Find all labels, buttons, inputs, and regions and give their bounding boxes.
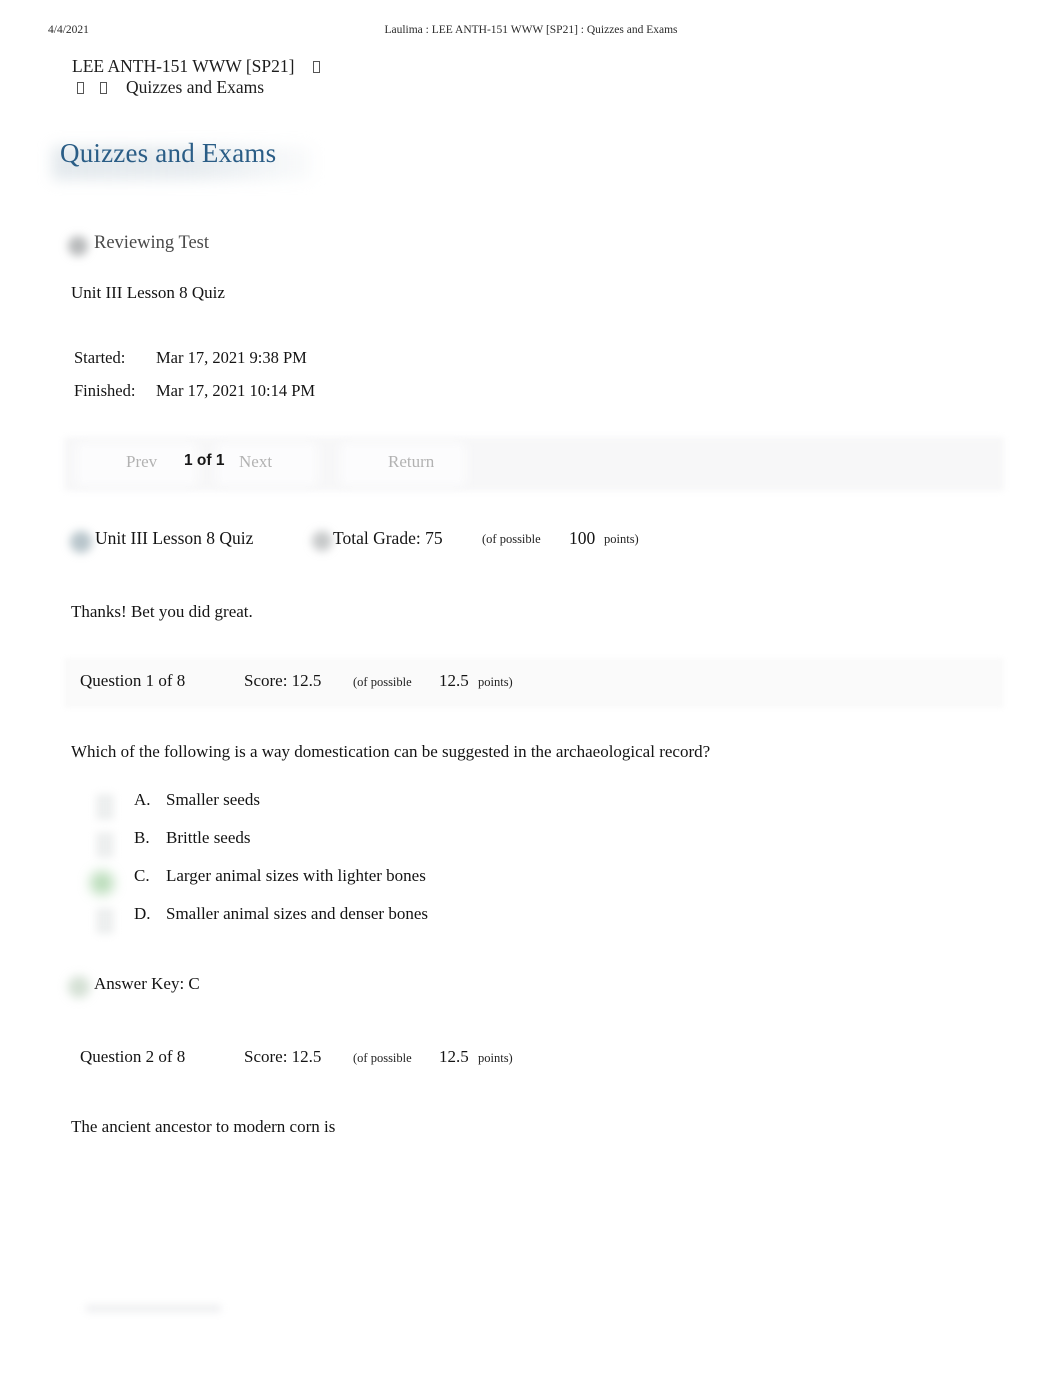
question-text: Which of the following is a way domestic… [71,742,711,761]
finished-label: Finished: [74,381,136,400]
assessment-feedback: Thanks! Bet you did great. [71,602,253,621]
missing-glyph-icon [313,61,321,73]
question-text: The ancient ancestor to modern corn is [71,1117,336,1136]
option-row[interactable]: D. Smaller animal sizes and denser bones [96,904,656,942]
finished-row: Finished: Mar 17, 2021 10:14 PM [74,374,315,407]
question-points-label: points) [478,675,513,689]
question-header-background [64,658,1004,708]
missing-glyph-icon [77,82,84,94]
option-text: Brittle seeds [166,828,251,847]
option-letter: A. [134,790,151,809]
total-grade-label: Total Grade: 75 [333,528,443,548]
assessment-times: Started: Mar 17, 2021 9:38 PM Finished: Ma… [74,341,315,407]
question-possible-points: 12.5 [439,671,469,690]
answer-options-list: A. Smaller seeds B. Brittle seeds C. Lar… [90,790,656,942]
started-value: Mar 17, 2021 9:38 PM [156,348,307,367]
missing-glyph-icon [100,82,107,94]
total-possible-points: 100 [569,528,596,548]
page-bottom-smudge [86,1305,221,1312]
question-points-label: points) [478,1051,513,1065]
prev-button[interactable]: Prev [126,452,157,472]
page-title-area: Quizzes and Exams [0,138,1062,188]
total-of-possible-label: (of possible [482,532,541,546]
assessment-nav-bar: Prev 1 of 1 Next Return [64,437,1004,491]
question-number-label: Question 2 of 8 [80,1047,186,1066]
option-text: Larger animal sizes with lighter bones [166,866,426,885]
option-letter: C. [134,866,150,885]
radio-button-icon[interactable] [96,832,114,858]
option-row[interactable]: B. Brittle seeds [96,828,656,866]
answer-key-bullet-icon [68,976,90,998]
breadcrumb-site[interactable]: LEE ANTH-151 WWW [SP21] [72,56,294,76]
option-row-selected[interactable]: C. Larger animal sizes with lighter bone… [90,866,656,904]
breadcrumb-tool[interactable]: Quizzes and Exams [126,77,264,97]
pager-indicator: 1 of 1 [184,452,225,469]
reviewing-status-label: Reviewing Test [94,233,210,253]
total-grade-row: Unit III Lesson 8 Quiz Total Grade: 75 (… [66,528,766,560]
question-of-possible-label: (of possible [353,1051,412,1065]
option-text: Smaller animal sizes and denser bones [166,904,429,923]
quiz-bullet-icon [70,531,92,553]
option-letter: B. [134,828,150,847]
started-row: Started: Mar 17, 2021 9:38 PM [74,341,315,374]
breadcrumb: LEE ANTH-151 WWW [SP21] Quizzes and Exam… [72,56,772,98]
option-text: Smaller seeds [166,790,260,809]
question-score-label: Score: 12.5 [244,671,322,690]
answer-key-label: Answer Key: C [94,974,200,993]
question-possible-points: 12.5 [439,1047,469,1066]
assessment-name: Unit III Lesson 8 Quiz [71,283,225,302]
option-letter: D. [134,904,151,923]
next-button[interactable]: Next [239,452,272,472]
radio-button-selected-icon[interactable] [90,871,114,895]
grade-quiz-name: Unit III Lesson 8 Quiz [95,528,254,548]
radio-button-icon[interactable] [96,908,114,934]
print-page-title: Laulima : LEE ANTH-151 WWW [SP21] : Quiz… [384,24,678,36]
question-of-possible-label: (of possible [353,675,412,689]
started-label: Started: [74,348,126,367]
option-row[interactable]: A. Smaller seeds [96,790,656,828]
status-bullet-icon [68,236,88,256]
finished-value: Mar 17, 2021 10:14 PM [156,381,316,400]
question-header-row: Question 2 of 8 Score: 12.5 (of possible… [64,1034,1004,1084]
total-points-label: points) [604,532,639,546]
question-score-label: Score: 12.5 [244,1047,322,1066]
radio-button-icon[interactable] [96,794,114,820]
grade-bullet-icon [312,531,332,551]
page-title: Quizzes and Exams [60,138,277,168]
question-number-label: Question 1 of 8 [80,671,186,690]
print-header: 4/4/2021 Laulima : LEE ANTH-151 WWW [SP2… [0,24,1062,42]
question-header-row: Question 1 of 8 Score: 12.5 (of possible… [64,658,1004,708]
return-button[interactable]: Return [388,452,434,472]
question-header-background [64,1034,1004,1084]
